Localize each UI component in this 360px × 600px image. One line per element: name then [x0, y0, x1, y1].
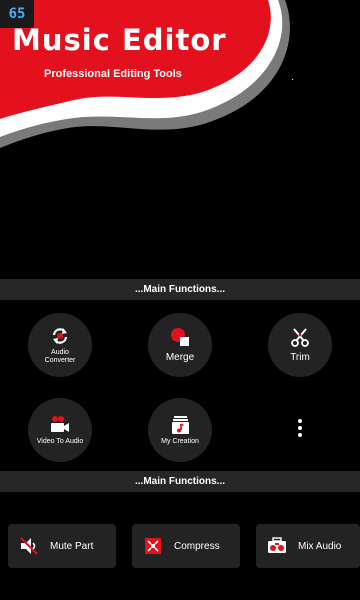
my-creation-label: My Creation — [161, 438, 199, 445]
trim-label: Trim — [290, 352, 310, 363]
compress-label: Compress — [174, 540, 220, 552]
mix-audio-label: Mix Audio — [298, 540, 342, 552]
mix-audio-button[interactable]: Mix Audio — [256, 524, 360, 568]
more-options-icon[interactable] — [290, 414, 310, 442]
compress-button[interactable]: Compress — [132, 524, 240, 568]
video-to-audio-button[interactable]: Video To Audio — [28, 398, 92, 462]
audio-converter-button[interactable]: Audio Converter — [28, 313, 92, 377]
merge-icon — [169, 326, 191, 348]
scissors-icon — [289, 326, 311, 348]
my-creation-button[interactable]: My Creation — [148, 398, 212, 462]
app-title: Music Editor — [12, 23, 227, 57]
boombox-icon — [266, 535, 288, 557]
section-header-main-functions: ...Main Functions... — [0, 279, 360, 300]
section-header-main-functions-2: ...Main Functions... — [0, 471, 360, 492]
more-dot — [298, 419, 302, 423]
sparkle-dot — [292, 79, 293, 80]
video-to-audio-label: Video To Audio — [36, 438, 84, 445]
compress-icon — [142, 535, 164, 557]
mute-part-label: Mute Part — [50, 540, 94, 552]
music-folder-icon — [169, 414, 191, 436]
speaker-mute-icon — [18, 535, 40, 557]
main-screen: 65 Music Editor Professional Editing Too… — [0, 0, 360, 600]
more-dot — [298, 426, 302, 430]
more-dot — [298, 433, 302, 437]
app-subtitle: Professional Editing Tools — [44, 68, 182, 80]
video-camera-icon — [49, 414, 71, 436]
audio-converter-label: Audio Converter — [44, 349, 76, 364]
merge-button[interactable]: Merge — [148, 313, 212, 377]
refresh-cycle-icon — [49, 325, 71, 347]
trim-button[interactable]: Trim — [268, 313, 332, 377]
merge-label: Merge — [165, 352, 195, 363]
mute-part-button[interactable]: Mute Part — [8, 524, 116, 568]
